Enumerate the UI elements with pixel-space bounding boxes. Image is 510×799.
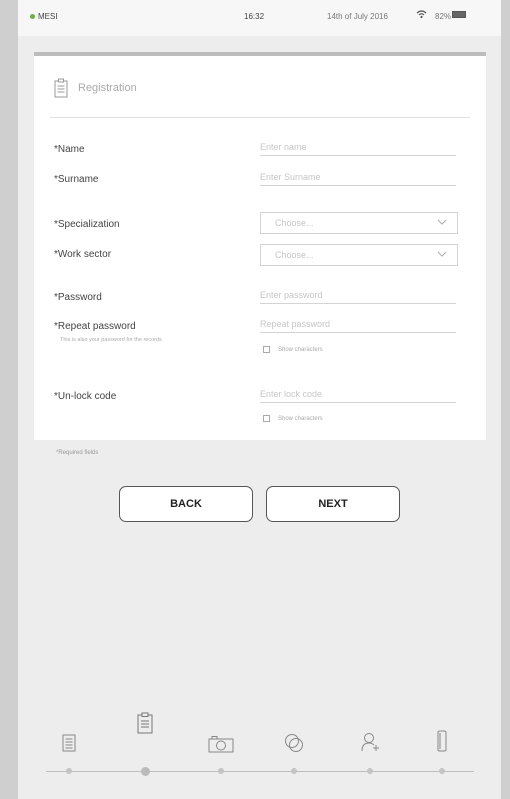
tablet-icon[interactable] <box>437 730 447 752</box>
name-input[interactable]: Enter name <box>260 140 456 156</box>
status-bar: MESI 16:32 14th of July 2016 82% <box>18 0 501 36</box>
user-add-icon[interactable] <box>360 732 380 752</box>
progress-dot <box>66 768 72 774</box>
status-date: 14th of July 2016 <box>327 12 388 21</box>
chevron-down-icon <box>437 219 447 225</box>
unlock-code-label: *Un-lock code <box>54 391 117 402</box>
surname-input[interactable]: Enter Surname <box>260 170 456 186</box>
camera-icon[interactable] <box>208 735 234 753</box>
progress-track <box>46 771 474 772</box>
battery-percent: 82% <box>435 12 452 21</box>
show-characters-label: Show characters <box>278 346 323 353</box>
work-sector-label: *Work sector <box>54 249 112 260</box>
page-title: Registration <box>78 82 137 94</box>
specialization-label: *Specialization <box>54 219 120 230</box>
status-time: 16:32 <box>244 12 265 21</box>
card-header: Registration <box>54 78 137 98</box>
overlap-circles-icon[interactable] <box>284 733 304 753</box>
carrier-logo-icon <box>30 14 35 19</box>
password-label: *Password <box>54 292 102 303</box>
carrier-name: MESI <box>38 12 58 21</box>
show-characters-checkbox[interactable]: Show characters <box>263 346 323 353</box>
specialization-select[interactable]: Choose... <box>260 212 458 234</box>
clipboard-icon <box>54 78 68 98</box>
progress-dot-active <box>141 767 150 776</box>
work-sector-value: Choose... <box>275 250 314 260</box>
progress-dot <box>218 768 224 774</box>
device-frame: MESI 16:32 14th of July 2016 82% Registr… <box>18 0 501 799</box>
repeat-password-input[interactable]: Repeat password <box>260 317 456 333</box>
chevron-down-icon <box>437 251 447 257</box>
checkbox-box[interactable] <box>263 415 270 422</box>
title-divider <box>50 117 470 118</box>
password-input[interactable]: Enter password <box>260 288 456 304</box>
registration-card: Registration *Name Enter name *Surname E… <box>34 56 486 440</box>
progress-dot <box>367 768 373 774</box>
repeat-password-hint: This is also your password for the recor… <box>60 337 162 343</box>
carrier: MESI <box>30 12 58 21</box>
surname-label: *Surname <box>54 174 99 185</box>
next-button[interactable]: NEXT <box>266 486 400 522</box>
repeat-password-label: *Repeat password <box>54 321 136 332</box>
specialization-value: Choose... <box>275 218 314 228</box>
unlock-code-input[interactable]: Enter lock code <box>260 387 456 403</box>
back-button[interactable]: BACK <box>119 486 253 522</box>
show-characters-label: Show characters <box>278 415 323 422</box>
checkbox-box[interactable] <box>263 346 270 353</box>
document-icon[interactable] <box>62 734 76 752</box>
wifi-icon <box>416 10 427 19</box>
show-characters-checkbox[interactable]: Show characters <box>263 415 323 422</box>
clipboard-icon[interactable] <box>137 712 153 734</box>
work-sector-select[interactable]: Choose... <box>260 244 458 266</box>
required-fields-note: *Required fields <box>56 450 99 456</box>
battery-icon <box>452 11 466 18</box>
progress-dot <box>291 768 297 774</box>
progress-dot <box>439 768 445 774</box>
name-label: *Name <box>54 144 85 155</box>
